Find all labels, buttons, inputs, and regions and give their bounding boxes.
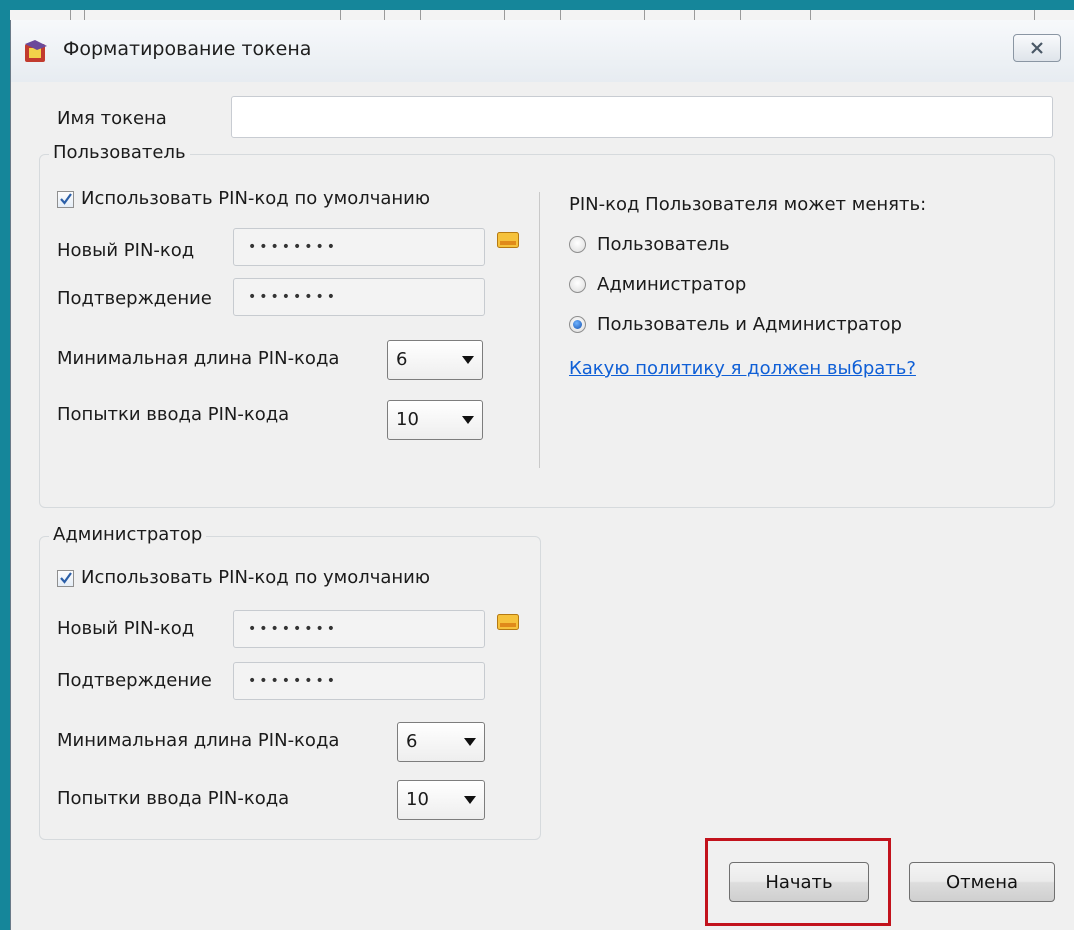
start-button[interactable]: Начать xyxy=(729,862,869,902)
policy-help-link[interactable]: Какую политику я должен выбрать? xyxy=(569,358,916,379)
token-name-label: Имя токена xyxy=(57,108,167,129)
background-table-strip xyxy=(10,10,1074,20)
checkmark-icon xyxy=(60,572,72,584)
chevron-down-icon xyxy=(464,796,476,804)
user-default-pin-checkbox[interactable] xyxy=(57,191,74,208)
format-token-dialog: Форматирование токена Имя токена Пользов… xyxy=(10,20,1074,930)
chevron-down-icon xyxy=(462,356,474,364)
window-frame-top xyxy=(0,0,1074,10)
user-min-length-select[interactable]: 6 xyxy=(387,340,483,380)
user-default-pin-label: Использовать PIN-код по умолчанию xyxy=(81,188,431,209)
admin-confirm-pin-field[interactable]: •••••••• xyxy=(233,662,485,700)
window-frame-left xyxy=(0,0,10,930)
user-attempts-value: 10 xyxy=(396,409,419,430)
admin-default-pin-label: Использовать PIN-код по умолчанию xyxy=(81,567,431,588)
admin-attempts-value: 10 xyxy=(406,789,429,810)
smart-card-icon[interactable] xyxy=(497,614,519,630)
pin-policy-heading: PIN-код Пользователя может менять: xyxy=(569,194,927,215)
user-new-pin-label: Новый PIN-код xyxy=(57,240,195,261)
admin-min-length-value: 6 xyxy=(406,731,418,752)
close-button[interactable] xyxy=(1013,34,1061,62)
window-title: Форматирование токена xyxy=(63,38,312,60)
title-bar: Форматирование токена xyxy=(11,20,1074,82)
cancel-button[interactable]: Отмена xyxy=(909,862,1055,902)
admin-attempts-label: Попытки ввода PIN-кода xyxy=(57,788,290,809)
chevron-down-icon xyxy=(464,738,476,746)
admin-confirm-label: Подтверждение xyxy=(57,670,212,691)
chevron-down-icon xyxy=(462,416,474,424)
close-icon xyxy=(1031,42,1043,54)
policy-user-radio[interactable] xyxy=(569,236,586,253)
token-app-icon xyxy=(25,40,47,62)
user-confirm-label: Подтверждение xyxy=(57,288,212,309)
policy-admin-radio[interactable] xyxy=(569,276,586,293)
checkmark-icon xyxy=(60,193,72,205)
user-new-pin-field[interactable]: •••••••• xyxy=(233,228,485,266)
admin-new-pin-field[interactable]: •••••••• xyxy=(233,610,485,648)
user-attempts-select[interactable]: 10 xyxy=(387,400,483,440)
admin-new-pin-label: Новый PIN-код xyxy=(57,618,195,639)
policy-user-and-admin-radio[interactable] xyxy=(569,316,586,333)
admin-attempts-select[interactable]: 10 xyxy=(397,780,485,820)
user-min-length-label: Минимальная длина PIN-кода xyxy=(57,348,340,369)
policy-user-and-admin-label: Пользователь и Администратор xyxy=(597,314,902,335)
token-name-input[interactable] xyxy=(231,96,1053,138)
user-min-length-value: 6 xyxy=(396,349,408,370)
smart-card-icon[interactable] xyxy=(497,232,519,248)
admin-min-length-select[interactable]: 6 xyxy=(397,722,485,762)
user-group-legend: Пользователь xyxy=(49,142,190,163)
user-confirm-pin-field[interactable]: •••••••• xyxy=(233,278,485,316)
admin-min-length-label: Минимальная длина PIN-кода xyxy=(57,730,340,751)
group-divider xyxy=(539,192,540,468)
admin-default-pin-checkbox[interactable] xyxy=(57,570,74,587)
radio-selected-dot xyxy=(573,320,582,329)
admin-group-legend: Администратор xyxy=(49,524,207,545)
policy-user-label: Пользователь xyxy=(597,234,730,255)
policy-admin-label: Администратор xyxy=(597,274,747,295)
user-attempts-label: Попытки ввода PIN-кода xyxy=(57,404,290,425)
